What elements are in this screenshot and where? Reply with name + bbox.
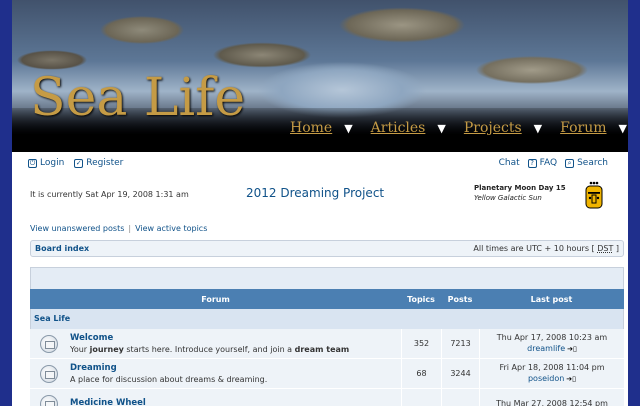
search-link[interactable]: ⌕ Search bbox=[565, 158, 608, 168]
header-forum: Forum bbox=[201, 294, 230, 304]
register-link[interactable]: ✓ Register bbox=[74, 158, 123, 168]
site-logo[interactable]: Sea Life bbox=[30, 72, 245, 124]
dst-label: DST bbox=[597, 244, 614, 253]
table-row: Dreaming A place for discussion about dr… bbox=[30, 359, 624, 389]
last-post-author[interactable]: dreamlife bbox=[527, 344, 565, 353]
last-post-date: Thu Mar 27, 2008 12:54 pm bbox=[496, 399, 608, 406]
login-link[interactable]: ⏻ Login bbox=[28, 158, 64, 168]
forum-folder-icon bbox=[40, 364, 58, 383]
nav-projects-label[interactable]: Projects bbox=[456, 120, 530, 136]
moon-title: Planetary Moon Day 15 bbox=[474, 184, 566, 192]
forum-table: Forum Topics Posts Last post Sea Life We… bbox=[30, 289, 624, 406]
moon-info: Planetary Moon Day 15 Yellow Galactic Su… bbox=[474, 184, 584, 202]
table-header: Forum Topics Posts Last post bbox=[30, 289, 624, 309]
topics-count: 68 bbox=[401, 359, 441, 388]
forum-description: A place for discussion about dreams & dr… bbox=[70, 374, 268, 384]
current-time: It is currently Sat Apr 19, 2008 1:31 am bbox=[30, 190, 189, 199]
project-title[interactable]: 2012 Dreaming Project bbox=[246, 186, 384, 200]
help-icon: ? bbox=[527, 158, 537, 168]
active-topics-link[interactable]: View active topics bbox=[135, 224, 207, 233]
checkbox-icon: ✓ bbox=[74, 158, 84, 168]
topics-count: 352 bbox=[401, 329, 441, 358]
table-row: Medicine Wheel Thu Mar 27, 2008 12:54 pm bbox=[30, 389, 624, 406]
forum-name[interactable]: Dreaming bbox=[70, 363, 267, 374]
nav-articles[interactable]: Articles ▼ bbox=[363, 120, 446, 136]
forum-folder-icon bbox=[40, 334, 58, 353]
last-post-author[interactable]: poseidon bbox=[528, 374, 564, 383]
nav-projects[interactable]: Projects ▼ bbox=[456, 120, 542, 136]
main-nav: Home ▼ Articles ▼ Projects ▼ Forum ▼ bbox=[282, 112, 628, 144]
last-post: Fri Apr 18, 2008 11:04 pm poseidon ➔▯ bbox=[479, 359, 624, 388]
quick-links: View unanswered posts | View active topics bbox=[30, 224, 207, 233]
chat-link[interactable]: Chat bbox=[499, 158, 520, 168]
triangle-down-icon[interactable]: ▼ bbox=[344, 122, 352, 135]
timezone-info: All times are UTC + 10 hours [ DST ] bbox=[473, 244, 619, 253]
mayan-glyph-icon bbox=[585, 181, 603, 209]
posts-count: 3244 bbox=[441, 359, 479, 388]
forum-description: Your journey starts here. Introduce your… bbox=[70, 344, 350, 354]
triangle-down-icon[interactable]: ▼ bbox=[534, 122, 542, 135]
forum-name[interactable]: Welcome bbox=[70, 333, 349, 344]
nav-home[interactable]: Home ▼ bbox=[282, 120, 353, 136]
last-post-date: Thu Apr 17, 2008 10:23 am bbox=[496, 333, 608, 342]
breadcrumb: Board index All times are UTC + 10 hours… bbox=[30, 240, 624, 257]
last-post-date: Fri Apr 18, 2008 11:04 pm bbox=[499, 363, 605, 372]
table-row: Welcome Your journey starts here. Introd… bbox=[30, 329, 624, 359]
forum-name[interactable]: Medicine Wheel bbox=[70, 398, 146, 406]
unanswered-posts-link[interactable]: View unanswered posts bbox=[30, 224, 124, 233]
faq-link[interactable]: ? FAQ bbox=[527, 158, 557, 168]
posts-count bbox=[441, 389, 479, 406]
posts-count: 7213 bbox=[441, 329, 479, 358]
category-sea-life[interactable]: Sea Life bbox=[30, 309, 624, 329]
moon-subtitle: Yellow Galactic Sun bbox=[474, 194, 542, 202]
triangle-down-icon[interactable]: ▼ bbox=[619, 122, 627, 135]
link-separator: | bbox=[128, 224, 132, 233]
last-post: Thu Apr 17, 2008 10:23 am dreamlife ➔▯ bbox=[479, 329, 624, 358]
nav-forum[interactable]: Forum ▼ bbox=[552, 120, 627, 136]
power-icon: ⏻ bbox=[28, 158, 37, 168]
goto-post-icon[interactable]: ➔▯ bbox=[567, 344, 577, 355]
topics-count bbox=[401, 389, 441, 406]
forum-folder-icon bbox=[40, 394, 58, 406]
page: Sea Life Home ▼ Articles ▼ Projects ▼ Fo… bbox=[0, 0, 640, 406]
last-post: Thu Mar 27, 2008 12:54 pm bbox=[479, 389, 624, 406]
header-posts: Posts bbox=[447, 294, 473, 304]
table-top-bar bbox=[30, 267, 624, 289]
header-banner: Sea Life Home ▼ Articles ▼ Projects ▼ Fo… bbox=[12, 0, 628, 152]
triangle-down-icon[interactable]: ▼ bbox=[437, 122, 445, 135]
user-toolbar: ⏻ Login ✓ Register Chat ? FAQ ⌕ Search bbox=[28, 158, 608, 172]
nav-forum-label[interactable]: Forum bbox=[552, 120, 614, 136]
nav-articles-label[interactable]: Articles bbox=[363, 120, 434, 136]
forum-content: ⏻ Login ✓ Register Chat ? FAQ ⌕ Search I… bbox=[12, 152, 628, 406]
goto-post-icon[interactable]: ➔▯ bbox=[566, 374, 576, 385]
search-icon: ⌕ bbox=[565, 158, 575, 168]
nav-home-label[interactable]: Home bbox=[282, 120, 340, 136]
board-index-link[interactable]: Board index bbox=[35, 244, 89, 253]
header-topics: Topics bbox=[407, 294, 435, 304]
header-last-post: Last post bbox=[530, 294, 573, 304]
